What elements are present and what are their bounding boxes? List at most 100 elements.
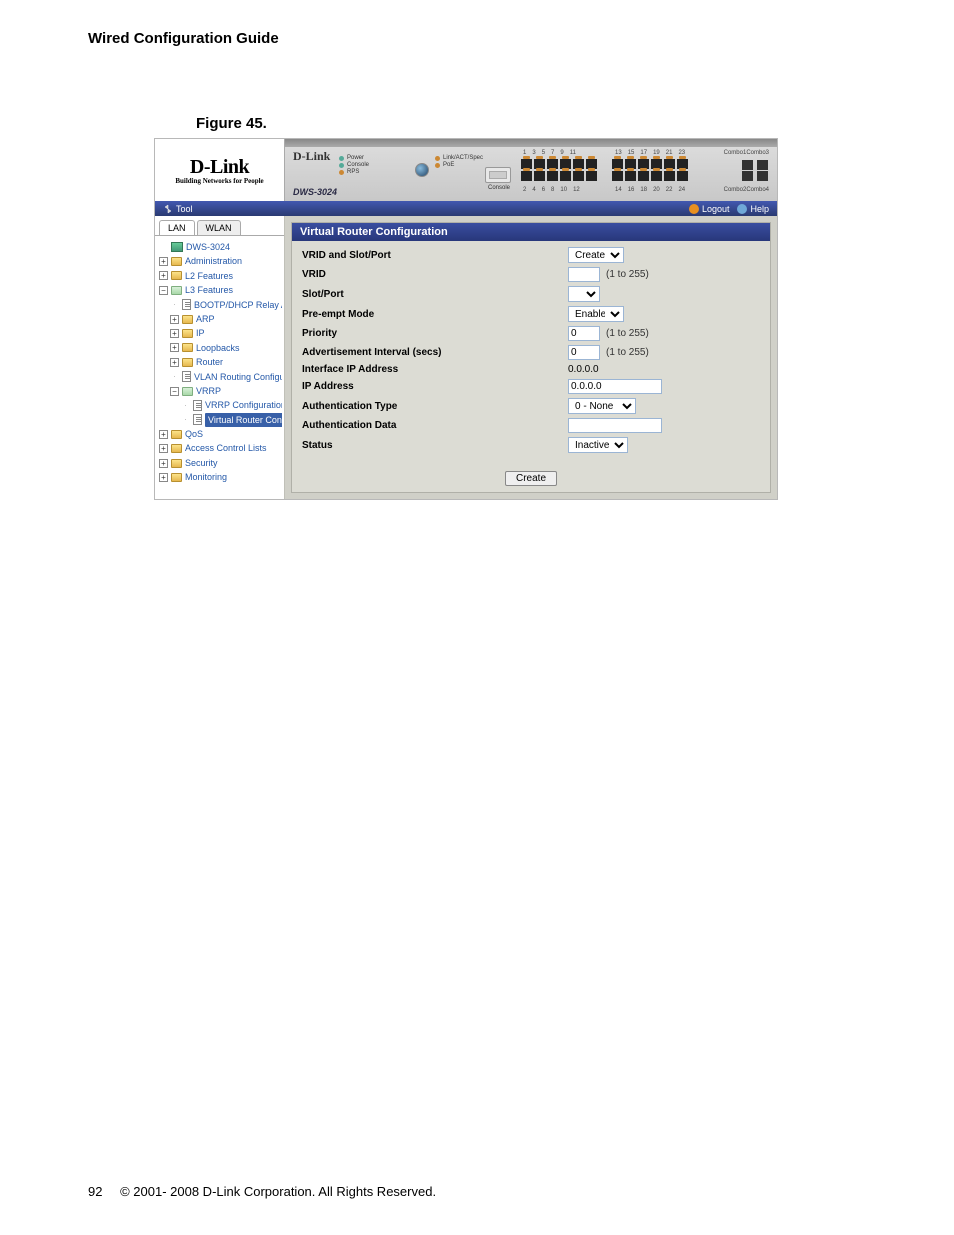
config-form: VRID and Slot/Port Create VRID (1 to 255… xyxy=(292,241,770,461)
port-icon[interactable] xyxy=(625,171,636,181)
combo-port-icon[interactable] xyxy=(742,160,753,170)
combo-port-icon[interactable] xyxy=(742,171,753,181)
select-status[interactable]: Inactive xyxy=(568,437,628,453)
tree-item-label: Router xyxy=(196,355,223,369)
poe-led-icon xyxy=(435,163,440,168)
led-block-1: Power Console RPS xyxy=(339,154,369,176)
tree-vrrp-config[interactable]: · VRRP Configuration xyxy=(159,398,282,412)
logout-link[interactable]: Logout xyxy=(689,204,730,214)
input-adv-int[interactable] xyxy=(568,345,600,360)
expand-icon[interactable]: + xyxy=(159,473,168,482)
combo-port-icon[interactable] xyxy=(757,160,768,170)
label-ip-addr: IP Address xyxy=(302,381,568,392)
device-panel: D-Link Power Console RPS Link/ACT/Spec P… xyxy=(285,139,777,201)
tree-l2[interactable]: + L2 Features xyxy=(159,269,282,283)
input-auth-data[interactable] xyxy=(568,418,662,433)
led-block-2: Link/ACT/Spec PoE xyxy=(435,154,483,169)
row-if-ip: Interface IP Address 0.0.0.0 xyxy=(302,362,760,377)
label-status: Status xyxy=(302,440,568,451)
create-button[interactable]: Create xyxy=(505,471,557,486)
combo-label-bot: Combo2Combo4 xyxy=(724,187,769,193)
combo-port-icon[interactable] xyxy=(757,171,768,181)
expand-icon[interactable]: + xyxy=(159,444,168,453)
tree-item-label: Monitoring xyxy=(185,470,227,484)
power-led-icon xyxy=(339,156,344,161)
collapse-icon[interactable]: − xyxy=(170,387,179,396)
port-icon[interactable] xyxy=(521,171,532,181)
tree-router[interactable]: + Router xyxy=(159,355,282,369)
figure-caption: Figure 45. xyxy=(196,115,954,132)
select-auth-type[interactable]: 0 - None xyxy=(568,398,636,414)
page-footer: 92 © 2001- 2008 D-Link Corporation. All … xyxy=(88,1184,436,1199)
row-adv-int: Advertisement Interval (secs) (1 to 255) xyxy=(302,343,760,362)
expand-icon[interactable]: + xyxy=(170,315,179,324)
port-icon[interactable] xyxy=(651,171,662,181)
tool-menu[interactable]: Tool xyxy=(163,204,193,214)
port-icon[interactable] xyxy=(547,171,558,181)
tree-item-label: L3 Features xyxy=(185,283,233,297)
tree-monitoring[interactable]: + Monitoring xyxy=(159,470,282,484)
folder-icon xyxy=(182,329,193,338)
screenshot-frame: D-Link Building Networks for People D-Li… xyxy=(154,138,778,500)
tree-vlan-routing[interactable]: · VLAN Routing Configurati xyxy=(159,370,282,384)
tree-admin[interactable]: + Administration xyxy=(159,254,282,268)
port-icon[interactable] xyxy=(664,171,675,181)
tree-root[interactable]: DWS-3024 xyxy=(159,240,282,254)
expand-icon[interactable]: + xyxy=(159,430,168,439)
port-icon[interactable] xyxy=(638,171,649,181)
tree-arp[interactable]: + ARP xyxy=(159,312,282,326)
label-auth-data: Authentication Data xyxy=(302,420,568,431)
select-vrid-slot[interactable]: Create xyxy=(568,247,624,263)
brand-tagline: Building Networks for People xyxy=(175,177,263,185)
tree-l3[interactable]: − L3 Features xyxy=(159,283,282,297)
tree-security[interactable]: + Security xyxy=(159,456,282,470)
doc-icon xyxy=(182,371,191,382)
tree-acl[interactable]: + Access Control Lists xyxy=(159,441,282,455)
console-led-icon xyxy=(339,163,344,168)
tree-qos[interactable]: + QoS xyxy=(159,427,282,441)
row-status: Status Inactive xyxy=(302,435,760,455)
device-model-label: DWS-3024 xyxy=(293,187,337,197)
tree-virtual-router[interactable]: · Virtual Router Configu xyxy=(159,413,282,427)
tab-wlan[interactable]: WLAN xyxy=(197,220,241,235)
input-priority[interactable] xyxy=(568,326,600,341)
tree-ip[interactable]: + IP xyxy=(159,326,282,340)
tree-bootp[interactable]: · BOOTP/DHCP Relay Agent xyxy=(159,298,282,312)
sidebar-tabs: LAN WLAN xyxy=(159,220,284,235)
input-vrid[interactable] xyxy=(568,267,600,282)
hint-priority: (1 to 255) xyxy=(606,328,649,339)
expand-icon[interactable]: + xyxy=(159,459,168,468)
tree-loopbacks[interactable]: + Loopbacks xyxy=(159,341,282,355)
label-priority: Priority xyxy=(302,328,568,339)
port-icon[interactable] xyxy=(534,171,545,181)
tab-lan[interactable]: LAN xyxy=(159,220,195,235)
port-icon[interactable] xyxy=(586,171,597,181)
port-icon[interactable] xyxy=(560,171,571,181)
port-icon[interactable] xyxy=(677,171,688,181)
page-number: 92 xyxy=(88,1184,102,1199)
select-slot-port[interactable] xyxy=(568,286,600,302)
port-numbers-bot-left: 24681012 xyxy=(523,187,580,193)
port-icon[interactable] xyxy=(573,171,584,181)
help-link[interactable]: Help xyxy=(737,204,769,214)
expand-icon[interactable]: + xyxy=(170,343,179,352)
folder-icon xyxy=(182,315,193,324)
copyright: © 2001- 2008 D-Link Corporation. All Rig… xyxy=(120,1184,436,1199)
input-ip-addr[interactable] xyxy=(568,379,662,394)
expand-icon[interactable]: + xyxy=(170,329,179,338)
select-preempt[interactable]: Enable xyxy=(568,306,624,322)
tree-vrrp[interactable]: − VRRP xyxy=(159,384,282,398)
folder-icon xyxy=(171,257,182,266)
collapse-icon[interactable]: − xyxy=(159,286,168,295)
tree-item-label: Loopbacks xyxy=(196,341,240,355)
tree-item-label: VRRP xyxy=(196,384,221,398)
led-poe-label: PoE xyxy=(443,162,454,168)
expand-icon[interactable]: + xyxy=(170,358,179,367)
brand-name: D-Link xyxy=(190,156,249,179)
expand-icon[interactable]: + xyxy=(159,257,168,266)
led-rps-label: RPS xyxy=(347,169,359,175)
expand-icon[interactable]: + xyxy=(159,271,168,280)
row-slot-port: Slot/Port xyxy=(302,284,760,304)
tree-item-label: Security xyxy=(185,456,218,470)
port-icon[interactable] xyxy=(612,171,623,181)
